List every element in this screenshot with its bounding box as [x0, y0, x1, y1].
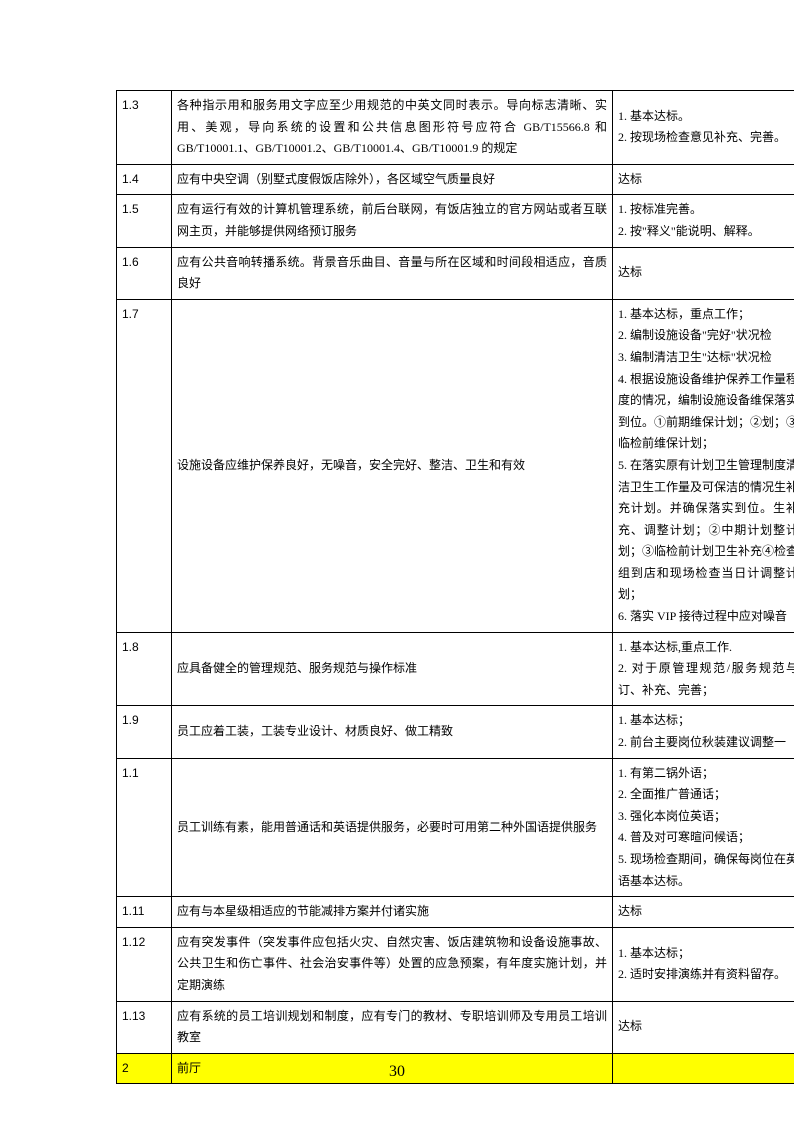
row-description: 应具备健全的管理规范、服务规范与操作标准 [172, 632, 613, 706]
row-description: 应有运行有效的计算机管理系统，前后台联网，有饭店独立的官方网站或者互联网主页，并… [172, 195, 613, 247]
row-number: 1.12 [117, 927, 172, 1001]
row-remark: 1. 基本达标； 2. 适时安排演练并有资料留存。 [613, 927, 794, 1001]
row-remark: 达标 [613, 897, 794, 928]
row-description: 应有与本星级相适应的节能减排方案并付诸实施 [172, 897, 613, 928]
row-description: 应有突发事件（突发事件应包括火灾、自然灾害、饭店建筑物和设备设施事故、公共卫生和… [172, 927, 613, 1001]
row-description: 设施设备应维护保养良好，无噪音，安全完好、整洁、卫生和有效 [172, 299, 613, 632]
row-remark: 1. 基本达标； 2. 前台主要岗位秋装建议调整一 [613, 706, 794, 758]
row-number: 1.3 [117, 91, 172, 165]
row-description: 各种指示用和服务用文字应至少用规范的中英文同时表示。导向标志清晰、实用、美观，导… [172, 91, 613, 165]
row-description: 应有中央空调（别墅式度假饭店除外），各区域空气质量良好 [172, 164, 613, 195]
row-remark: 1. 基本达标，重点工作； 2. 编制设施设备"完好"状况检 3. 编制清洁卫生… [613, 299, 794, 632]
row-number: 1.11 [117, 897, 172, 928]
table-row: 1.4应有中央空调（别墅式度假饭店除外），各区域空气质量良好达标 [117, 164, 794, 195]
standards-table: 1.3各种指示用和服务用文字应至少用规范的中英文同时表示。导向标志清晰、实用、美… [116, 90, 794, 1084]
table-row: 1.5应有运行有效的计算机管理系统，前后台联网，有饭店独立的官方网站或者互联网主… [117, 195, 794, 247]
table-row: 1.1员工训练有素，能用普通话和英语提供服务，必要时可用第二种外国语提供服务1.… [117, 758, 794, 897]
row-number: 1.8 [117, 632, 172, 706]
row-remark: 1. 基本达标,重点工作. 2. 对于原管理规范/服务规范与订、补充、完善； [613, 632, 794, 706]
row-number: 1.13 [117, 1001, 172, 1053]
table-row: 1.7设施设备应维护保养良好，无噪音，安全完好、整洁、卫生和有效1. 基本达标，… [117, 299, 794, 632]
row-remark: 达标 [613, 164, 794, 195]
row-number: 1.7 [117, 299, 172, 632]
page-number: 30 [0, 1063, 794, 1081]
row-description: 应有系统的员工培训规划和制度，应有专门的教材、专职培训师及专用员工培训教室 [172, 1001, 613, 1053]
row-number: 1.5 [117, 195, 172, 247]
row-remark: 1. 有第二锅外语； 2. 全面推广普通话； 3. 强化本岗位英语； 4. 普及… [613, 758, 794, 897]
table-row: 1.8应具备健全的管理规范、服务规范与操作标准1. 基本达标,重点工作. 2. … [117, 632, 794, 706]
row-remark: 达标 [613, 1001, 794, 1053]
row-description: 应有公共音响转播系统。背景音乐曲目、音量与所在区域和时间段相适应，音质良好 [172, 247, 613, 299]
table-row: 1.11应有与本星级相适应的节能减排方案并付诸实施达标 [117, 897, 794, 928]
row-number: 1.4 [117, 164, 172, 195]
row-remark: 1. 基本达标。 2. 按现场检查意见补充、完善。 [613, 91, 794, 165]
table-row: 1.3各种指示用和服务用文字应至少用规范的中英文同时表示。导向标志清晰、实用、美… [117, 91, 794, 165]
row-remark: 达标 [613, 247, 794, 299]
row-number: 1.1 [117, 758, 172, 897]
row-description: 员工应着工装，工装专业设计、材质良好、做工精致 [172, 706, 613, 758]
row-number: 1.9 [117, 706, 172, 758]
table-row: 1.6应有公共音响转播系统。背景音乐曲目、音量与所在区域和时间段相适应，音质良好… [117, 247, 794, 299]
row-description: 员工训练有素，能用普通话和英语提供服务，必要时可用第二种外国语提供服务 [172, 758, 613, 897]
table-row: 1.9员工应着工装，工装专业设计、材质良好、做工精致1. 基本达标； 2. 前台… [117, 706, 794, 758]
table-row: 1.12应有突发事件（突发事件应包括火灾、自然灾害、饭店建筑物和设备设施事故、公… [117, 927, 794, 1001]
row-remark: 1. 按标准完善。 2. 按"释义"能说明、解释。 [613, 195, 794, 247]
row-number: 1.6 [117, 247, 172, 299]
table-row: 1.13应有系统的员工培训规划和制度，应有专门的教材、专职培训师及专用员工培训教… [117, 1001, 794, 1053]
